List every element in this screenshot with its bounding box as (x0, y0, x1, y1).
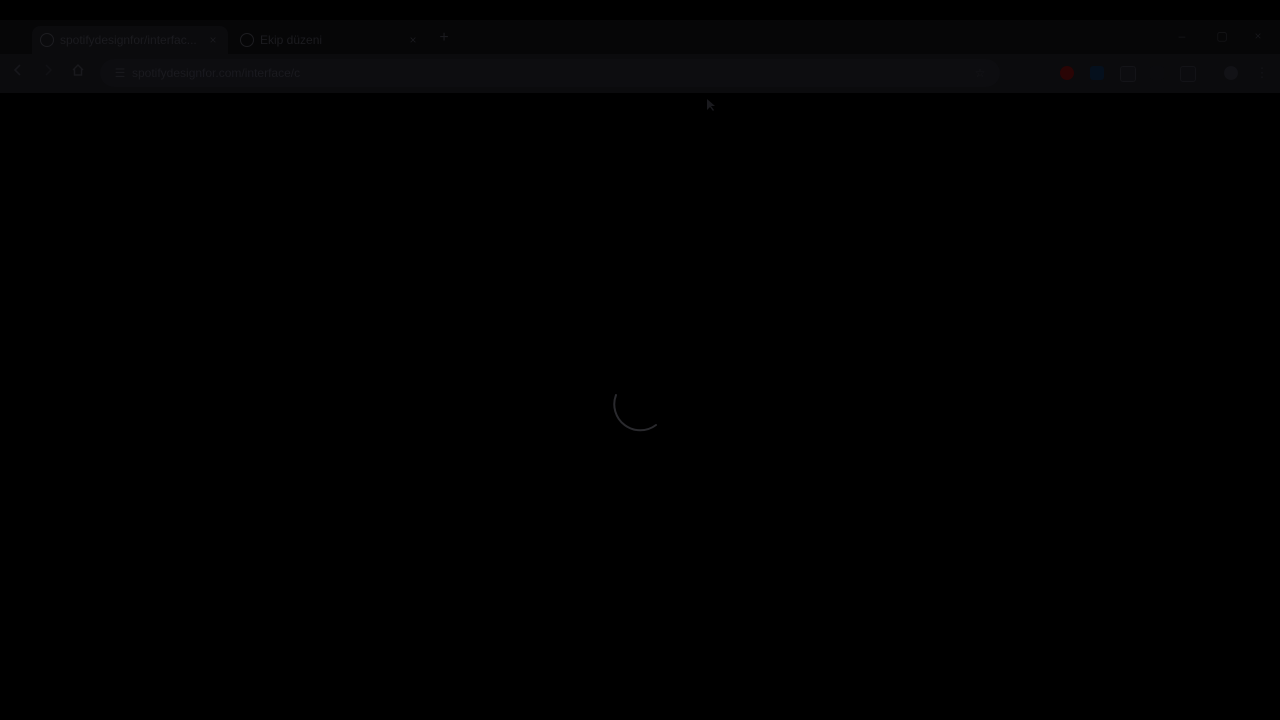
close-icon[interactable]: × (406, 33, 420, 47)
close-icon[interactable]: × (206, 33, 220, 47)
more-vertical-icon: ⋮ (1255, 65, 1269, 80)
toolbar: ☰ spotifydesignfor.com/interface/c ☆ ⋮ (0, 54, 1280, 93)
globe-icon (240, 33, 254, 47)
mouse-cursor-icon (707, 99, 715, 111)
tab-title: Ekip düzeni (260, 33, 323, 47)
menu-button[interactable]: ⋮ (1252, 63, 1272, 83)
maximize-button[interactable]: ▢ (1210, 26, 1234, 46)
puzzle-extension-icon[interactable] (1180, 66, 1196, 82)
page-content (0, 93, 1280, 720)
pen-extension-icon[interactable] (1150, 66, 1164, 80)
star-icon[interactable]: ☆ (970, 63, 990, 83)
new-tab-button[interactable]: + (434, 28, 454, 48)
avatar[interactable] (1224, 66, 1238, 80)
tab-strip: spotifydesignfor/interfac... × Ekip düze… (0, 20, 1280, 54)
system-top-strip (0, 0, 1280, 20)
square-extension-icon[interactable] (1120, 66, 1136, 82)
address-bar[interactable]: ☰ spotifydesignfor.com/interface/c ☆ (100, 59, 1000, 87)
arrow-right-icon (45, 64, 53, 76)
tune-icon[interactable]: ☰ (110, 63, 130, 83)
minimize-button[interactable]: – (1170, 26, 1194, 46)
tab-title: spotifydesignfor/interfac... (60, 33, 197, 47)
tab-ekip[interactable]: Ekip düzeni × (232, 26, 428, 54)
home-icon (72, 64, 84, 76)
red-extension-icon[interactable] (1060, 66, 1074, 80)
screen: spotifydesignfor/interfac... × Ekip düze… (0, 0, 1280, 720)
loading-spinner-icon (613, 394, 657, 432)
tab-spotify[interactable]: spotifydesignfor/interfac... × (32, 26, 228, 54)
blue-extension-icon[interactable] (1090, 66, 1104, 80)
close-window-button[interactable]: × (1246, 26, 1270, 46)
arrow-left-icon (13, 64, 21, 76)
home-button[interactable] (68, 63, 88, 83)
back-button[interactable] (8, 63, 28, 83)
address-text: spotifydesignfor.com/interface/c (132, 66, 301, 80)
browser-chrome: spotifydesignfor/interfac... × Ekip düze… (0, 20, 1280, 93)
forward-button[interactable] (38, 63, 58, 83)
github-icon (40, 33, 54, 47)
